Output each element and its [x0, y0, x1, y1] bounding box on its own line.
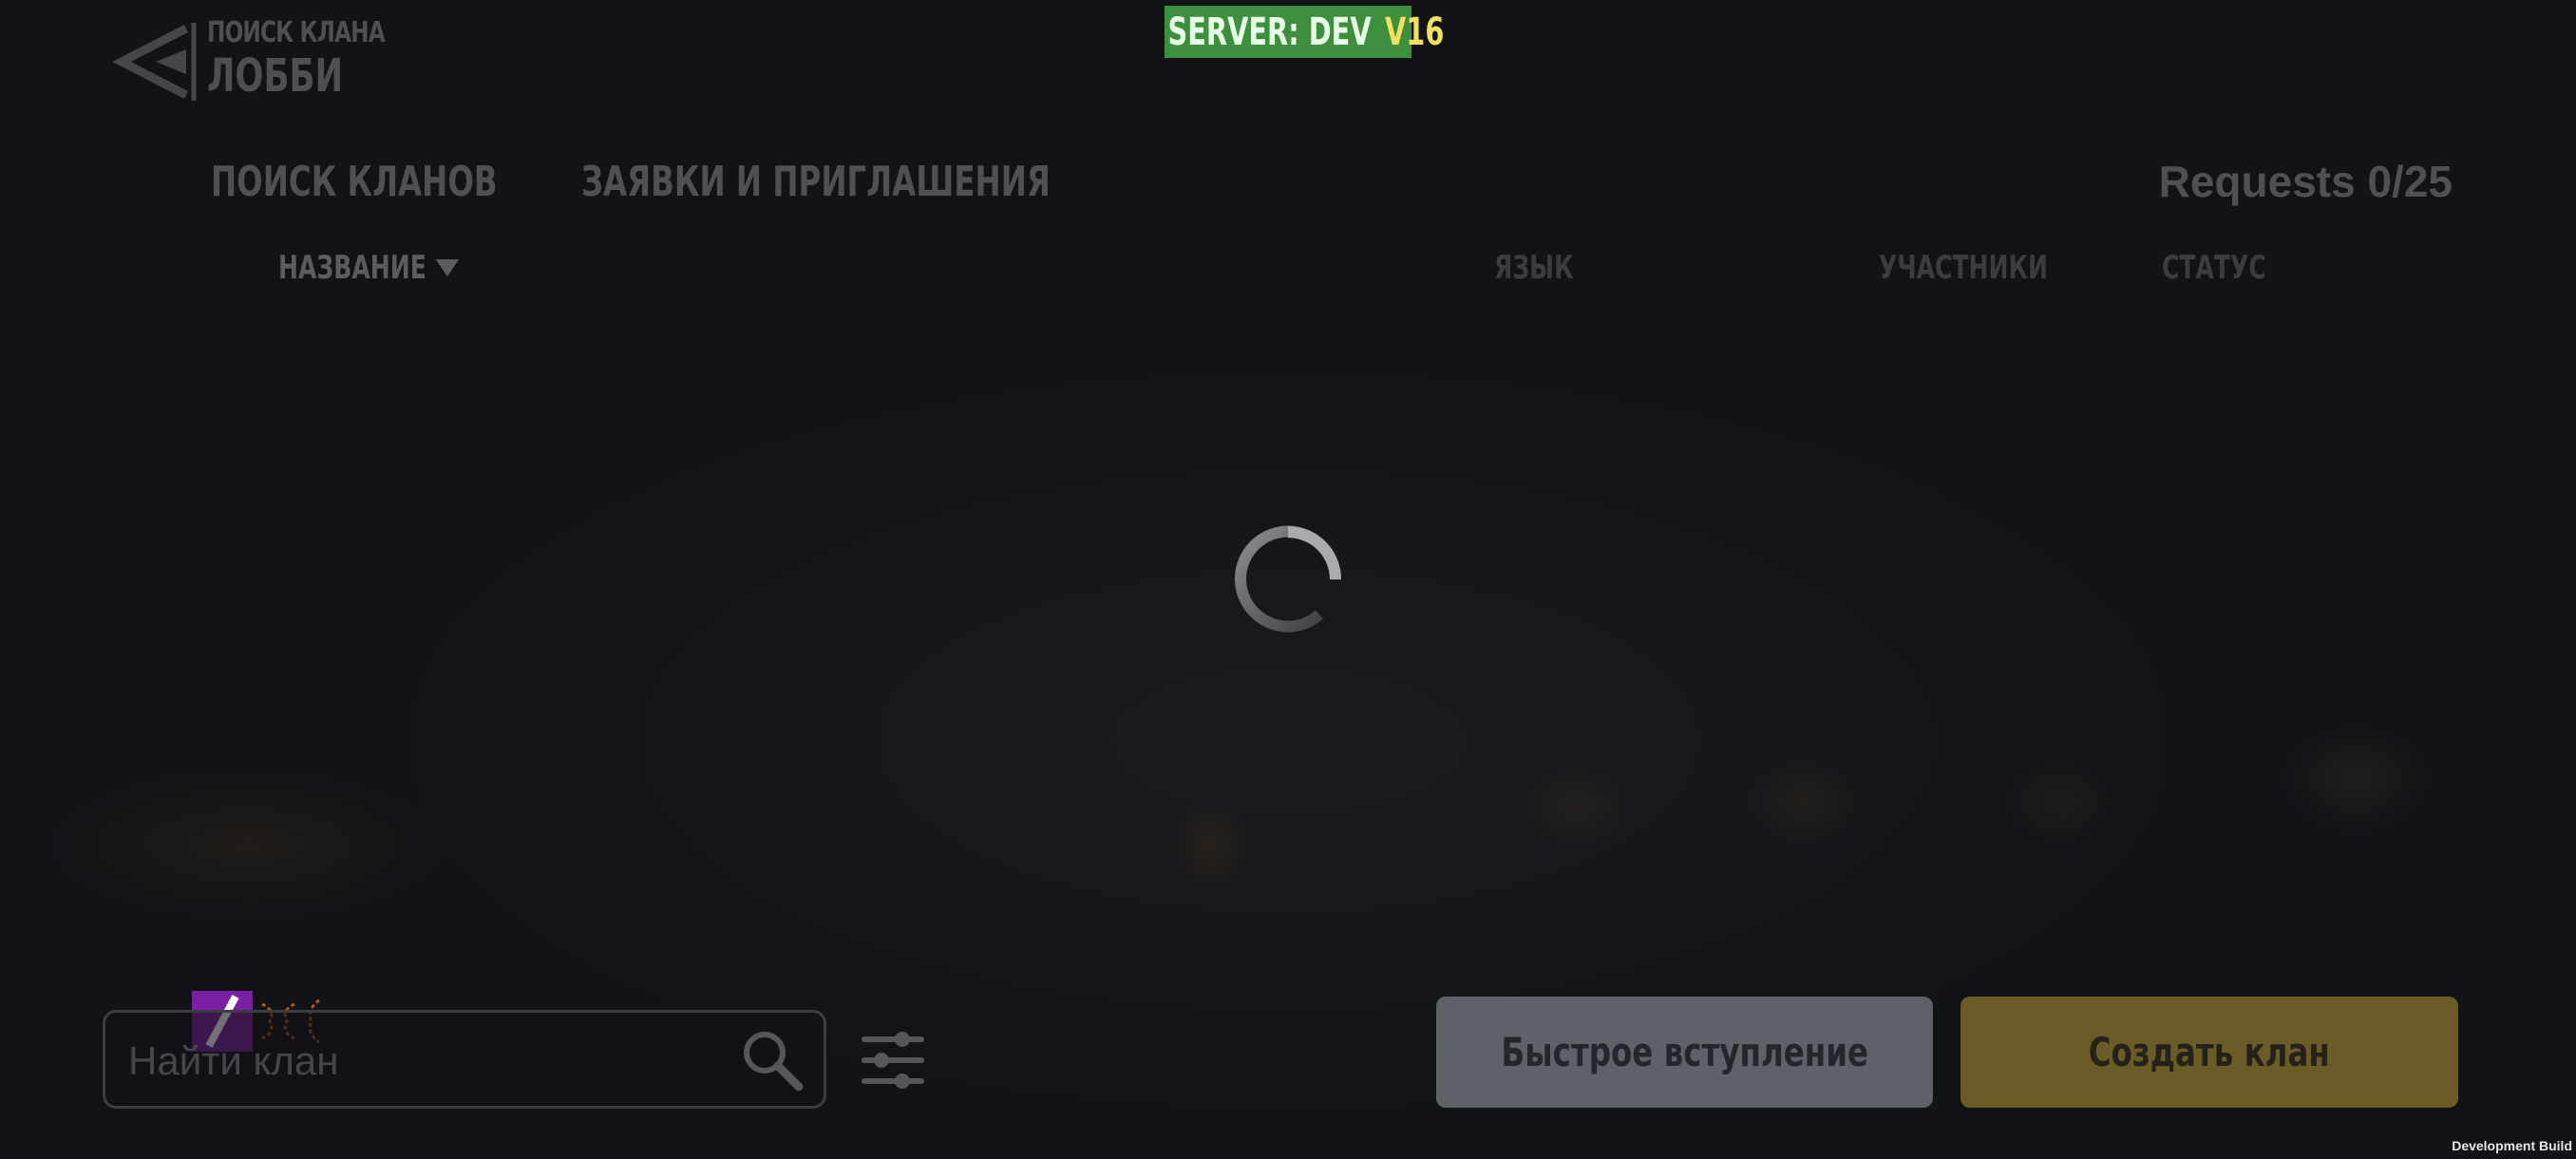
development-build-label: Development Build [2452, 1138, 2572, 1153]
back-arrow-icon [112, 23, 197, 101]
create-clan-button[interactable]: Создать клан [1960, 997, 2458, 1108]
clan-search-screen: ПОИСК КЛАНА ЛОББИ SERVER: DEV V16 ПОИСК … [0, 0, 2576, 1159]
column-header-language[interactable]: ЯЗЫК [1494, 249, 1574, 287]
column-name-label: НАЗВАНИЕ [278, 249, 426, 287]
back-button[interactable] [112, 21, 199, 103]
version-label: V16 [1384, 10, 1445, 54]
requests-counter: Requests 0/25 [2158, 157, 2453, 206]
magnifier-icon[interactable] [738, 1026, 806, 1094]
quick-join-label: Быстрое вступление [1501, 1029, 1868, 1075]
breadcrumb-title: ЛОББИ [207, 49, 344, 103]
breadcrumb-parent: ПОИСК КЛАНА [207, 16, 386, 49]
quick-join-button[interactable]: Быстрое вступление [1436, 997, 1933, 1108]
column-header-status[interactable]: СТАТУС [2162, 249, 2266, 287]
column-header-members[interactable]: УЧАСТНИКИ [1879, 249, 2048, 287]
server-badge: SERVER: DEV V16 [1165, 6, 1444, 58]
create-clan-label: Создать клан [2088, 1029, 2331, 1075]
column-header-name[interactable]: НАЗВАНИЕ [278, 249, 461, 287]
tab-requests-invitations[interactable]: ЗАЯВКИ И ПРИГЛАШЕНИЯ [581, 158, 1051, 206]
clan-search-field[interactable] [103, 1010, 826, 1109]
clan-search-input[interactable] [126, 1030, 700, 1092]
sort-triangle-down-icon [435, 259, 460, 276]
loading-spinner-icon [1235, 525, 1342, 633]
tab-clan-search[interactable]: ПОИСК КЛАНОВ [211, 158, 498, 206]
server-label: SERVER: DEV [1167, 10, 1372, 54]
breadcrumb: ПОИСК КЛАНА ЛОББИ [207, 16, 413, 103]
sliders-icon[interactable] [859, 1026, 927, 1094]
